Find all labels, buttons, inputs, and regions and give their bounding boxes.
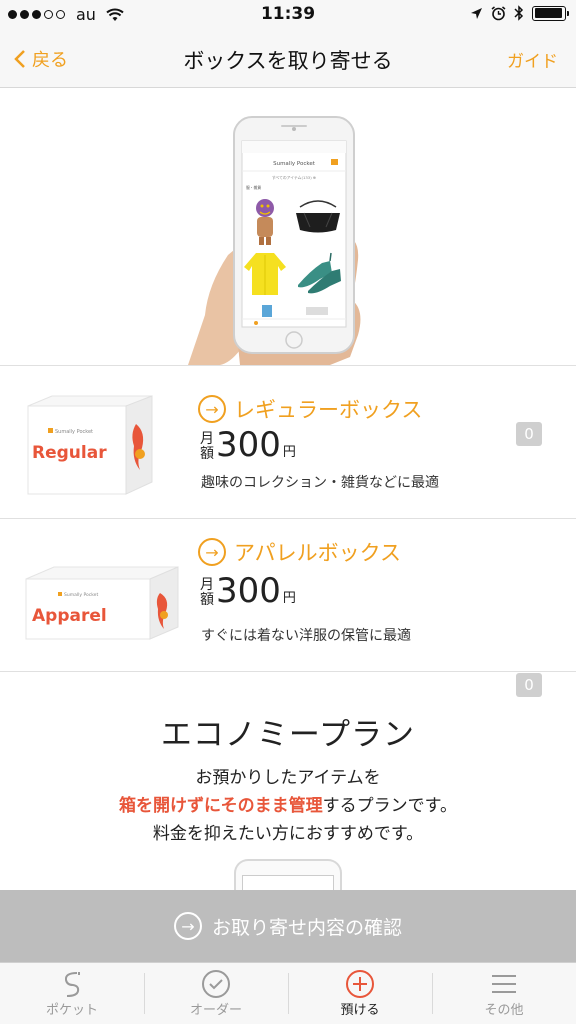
guide-button[interactable]: ガイド [507, 47, 558, 72]
arrow-right-icon: → [198, 538, 226, 566]
status-bar: au 11:39 [0, 0, 576, 30]
tab-label: その他 [484, 1003, 524, 1018]
regular-box-label: Regular [32, 443, 107, 463]
check-circle-icon [202, 970, 230, 998]
navigation-bar: 戻る ボックスを取り寄せる ガイド [0, 30, 576, 88]
monthly-label: 月 額 [200, 577, 214, 608]
price-currency: 円 [282, 591, 296, 606]
pocket-icon [64, 972, 80, 997]
price-amount: 300 [216, 571, 281, 611]
economy-line-1: お預かりしたアイテムを [195, 768, 381, 788]
arrow-right-icon: → [198, 395, 226, 423]
phone-section: 服・雑貨 [246, 185, 261, 190]
regular-box-image: Sumally Pocket Regular [27, 395, 153, 495]
hero-phone-image: Sumally Pocket すべてのアイテム(133) ⊕ 服・雑貨 [188, 116, 361, 365]
box-price: 月 額 300 円 [200, 574, 296, 608]
page-title: ボックスを取り寄せる [183, 49, 393, 73]
monthly-label: 月 額 [200, 431, 214, 462]
quantity-badge[interactable]: 0 [516, 422, 542, 446]
bluetooth-icon [514, 5, 524, 21]
price-amount: 300 [216, 425, 281, 465]
alarm-icon [491, 5, 506, 20]
box-price: 月 額 300 円 [200, 428, 296, 462]
arrow-right-icon: → [173, 912, 202, 940]
divider [0, 671, 576, 672]
tab-other[interactable]: その他 [432, 963, 576, 1024]
box-name-label: レギュラーボックス [234, 398, 423, 422]
location-icon [471, 7, 482, 19]
tab-order[interactable]: オーダー [144, 963, 288, 1024]
box-description: すぐには着ない洋服の保管に最適 [201, 628, 411, 644]
battery-level [534, 8, 563, 18]
tab-pocket[interactable]: ポケット [0, 963, 144, 1024]
hero-caption-cut: ― ― ― ― [0, 89, 576, 99]
box-name: → アパレルボックス [198, 537, 401, 567]
plus-circle-icon [346, 970, 374, 998]
box-name: → レギュラーボックス [198, 394, 422, 424]
main-content: Sumally Pocket すべてのアイテム(133) ⊕ 服・雑貨 Suma… [0, 89, 576, 890]
quantity-badge[interactable]: 0 [516, 673, 542, 697]
tab-bar: ポケット オーダー 預ける その他 [0, 962, 576, 1024]
tab-label: オーダー [189, 1003, 242, 1018]
economy-emphasis: 箱を開けずにそのまま管理 [119, 796, 323, 816]
box-name-label: アパレルボックス [234, 541, 401, 565]
box-row-apparel[interactable]: Sumally Pocket Apparel → アパレルボックス 月 額 30… [0, 519, 576, 697]
economy-plan-title: エコノミープラン [160, 717, 416, 753]
tab-label: 預ける [340, 1003, 380, 1018]
confirm-order-button[interactable]: → お取り寄せ内容の確認 [0, 890, 576, 962]
economy-line-3: 料金を抑えたい方におすすめです。 [152, 824, 424, 844]
economy-line-2-rest: するプランです。 [322, 796, 457, 816]
tab-label: ポケット [45, 1003, 98, 1018]
apparel-box-brand: Sumally Pocket [64, 592, 98, 598]
economy-phone-image [234, 859, 342, 890]
price-currency: 円 [282, 445, 296, 460]
confirm-label: お取り寄せ内容の確認 [211, 916, 402, 939]
box-row-regular[interactable]: Sumally Pocket Regular → レギュラーボックス 月 額 3… [0, 366, 576, 518]
battery-icon [532, 5, 569, 21]
regular-box-brand: Sumally Pocket [55, 429, 93, 435]
phone-filter: すべてのアイテム(133) ⊕ [272, 175, 316, 180]
phone-app-title: Sumally Pocket [273, 161, 316, 167]
apparel-box-image: Sumally Pocket Apparel [25, 566, 179, 640]
box-description: 趣味のコレクション・雑貨などに最適 [201, 475, 439, 491]
apparel-box-label: Apparel [32, 606, 107, 626]
tab-deposit[interactable]: 預ける [288, 963, 432, 1024]
economy-line-2: 箱を開けずにそのまま管理するプランです。 [0, 791, 576, 816]
menu-icon [492, 975, 516, 993]
